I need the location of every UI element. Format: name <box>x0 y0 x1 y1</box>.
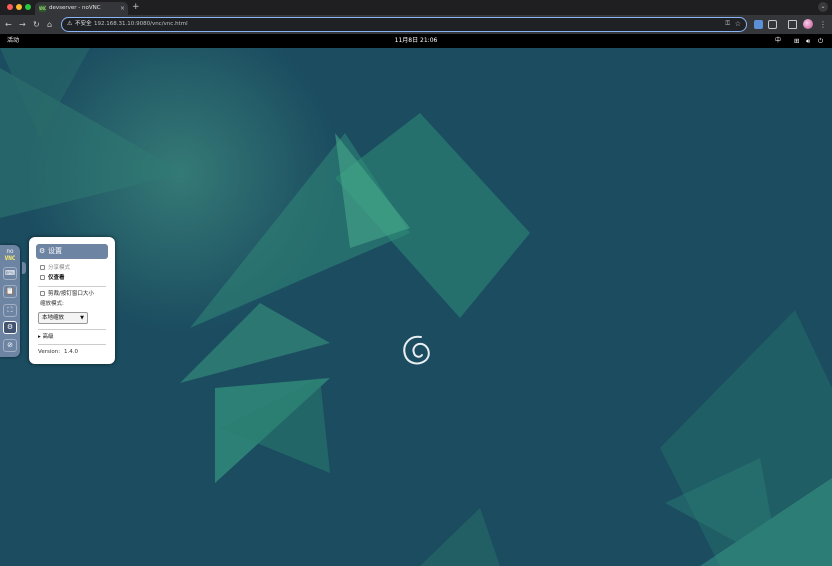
clip-resize-checkbox[interactable]: 剪裁/按钉窗口大小 <box>40 290 94 298</box>
novnc-control-bar: no VNC ⌨ 📋 ⛶ ⚙ ⊘ <box>0 245 20 357</box>
fullscreen-icon[interactable]: ⛶ <box>3 304 17 317</box>
password-key-icon[interactable]: ⚿ <box>725 18 730 30</box>
novnc-favicon-icon: VNC <box>39 5 47 12</box>
maximize-window-button[interactable] <box>25 4 31 10</box>
media-controls-icon[interactable] <box>788 20 797 29</box>
tab-title: devserver - noVNC <box>49 5 101 11</box>
clip-resize-label: 剪裁/按钉窗口大小 <box>48 291 94 297</box>
extension-icon[interactable] <box>754 20 763 29</box>
divider <box>38 344 106 345</box>
view-only-label: 仅查看 <box>48 275 65 281</box>
volume-icon[interactable]: 🔊︎ <box>806 34 810 48</box>
browser-tab-bar: VNC devserver - noVNC × + ⌄ <box>0 0 832 15</box>
debian-swirl-logo <box>403 335 430 365</box>
scaling-mode-select[interactable]: 本地缩放 ▼ <box>38 312 88 324</box>
tab-search-button[interactable]: ⌄ <box>818 2 828 12</box>
scaling-mode-value: 本地缩放 <box>42 315 65 321</box>
power-icon[interactable]: ⏻ <box>818 34 823 48</box>
new-tab-button[interactable]: + <box>132 1 140 14</box>
remote-desktop[interactable] <box>0 48 832 566</box>
version-label: Version: <box>38 349 61 355</box>
network-icon[interactable]: ⊞ <box>794 34 799 48</box>
warning-icon[interactable]: ⚠ <box>67 18 72 30</box>
security-label[interactable]: 不安全 <box>75 18 92 30</box>
home-button[interactable]: ⌂ <box>47 15 52 34</box>
settings-gear-icon[interactable]: ⚙ <box>3 321 17 334</box>
settings-panel: ⚙ 设置 分享模式 仅查看 剪裁/按钉窗口大小 缩放模式: 本地缩放 ▼ ▸ 高… <box>29 237 115 364</box>
forward-button[interactable]: → <box>19 15 26 34</box>
clock[interactable]: 11月8日 21:06 <box>0 34 832 48</box>
debian-wallpaper <box>0 48 832 566</box>
gnome-top-bar: 活动 11月8日 21:06 中 ⊞ 🔊︎ ⏻ <box>0 34 832 48</box>
browser-tab-novnc[interactable]: VNC devserver - noVNC × <box>35 2 128 15</box>
novnc-logo: no VNC <box>1 248 19 262</box>
disconnect-icon[interactable]: ⊘ <box>3 339 17 352</box>
extensions-puzzle-icon[interactable] <box>768 20 777 29</box>
settings-title: 设置 <box>48 247 62 255</box>
close-tab-icon[interactable]: × <box>120 2 125 15</box>
settings-panel-header: ⚙ 设置 <box>36 244 108 259</box>
minimize-window-button[interactable] <box>16 4 22 10</box>
extra-keys-icon[interactable]: ⌨ <box>3 267 17 280</box>
close-window-button[interactable] <box>7 4 13 10</box>
dropdown-arrow-icon: ▼ <box>80 315 84 321</box>
novnc-logo-top: no <box>6 248 14 255</box>
version-value: 1.4.0 <box>64 349 78 355</box>
advanced-toggle[interactable]: ▸ 高级 <box>38 333 54 341</box>
profile-avatar[interactable] <box>803 19 813 29</box>
divider <box>38 329 106 330</box>
scaling-mode-label: 缩放模式: <box>40 301 64 307</box>
control-bar-handle[interactable] <box>22 262 26 274</box>
input-method-indicator[interactable]: 中 <box>775 34 781 48</box>
address-bar[interactable]: ⚠ 不安全 192.168.31.10:9080/vnc/vnc.html ⚿ … <box>61 17 747 32</box>
reload-button[interactable]: ↻ <box>33 15 40 34</box>
clipboard-icon[interactable]: 📋 <box>3 285 17 298</box>
divider <box>38 286 106 287</box>
browser-menu-icon[interactable]: ⋮ <box>819 15 827 34</box>
shared-mode-checkbox[interactable]: 分享模式 <box>40 264 70 272</box>
view-only-checkbox[interactable]: 仅查看 <box>40 274 65 282</box>
browser-toolbar: ← → ↻ ⌂ ⚠ 不安全 192.168.31.10:9080/vnc/vnc… <box>0 15 832 34</box>
url-text[interactable]: 192.168.31.10:9080/vnc/vnc.html <box>94 18 188 30</box>
novnc-logo-bottom: VNC <box>4 255 16 262</box>
back-button[interactable]: ← <box>5 15 12 34</box>
gear-icon: ⚙ <box>39 247 46 255</box>
bookmark-star-icon[interactable]: ☆ <box>735 18 741 30</box>
shared-mode-label: 分享模式 <box>48 265 71 271</box>
